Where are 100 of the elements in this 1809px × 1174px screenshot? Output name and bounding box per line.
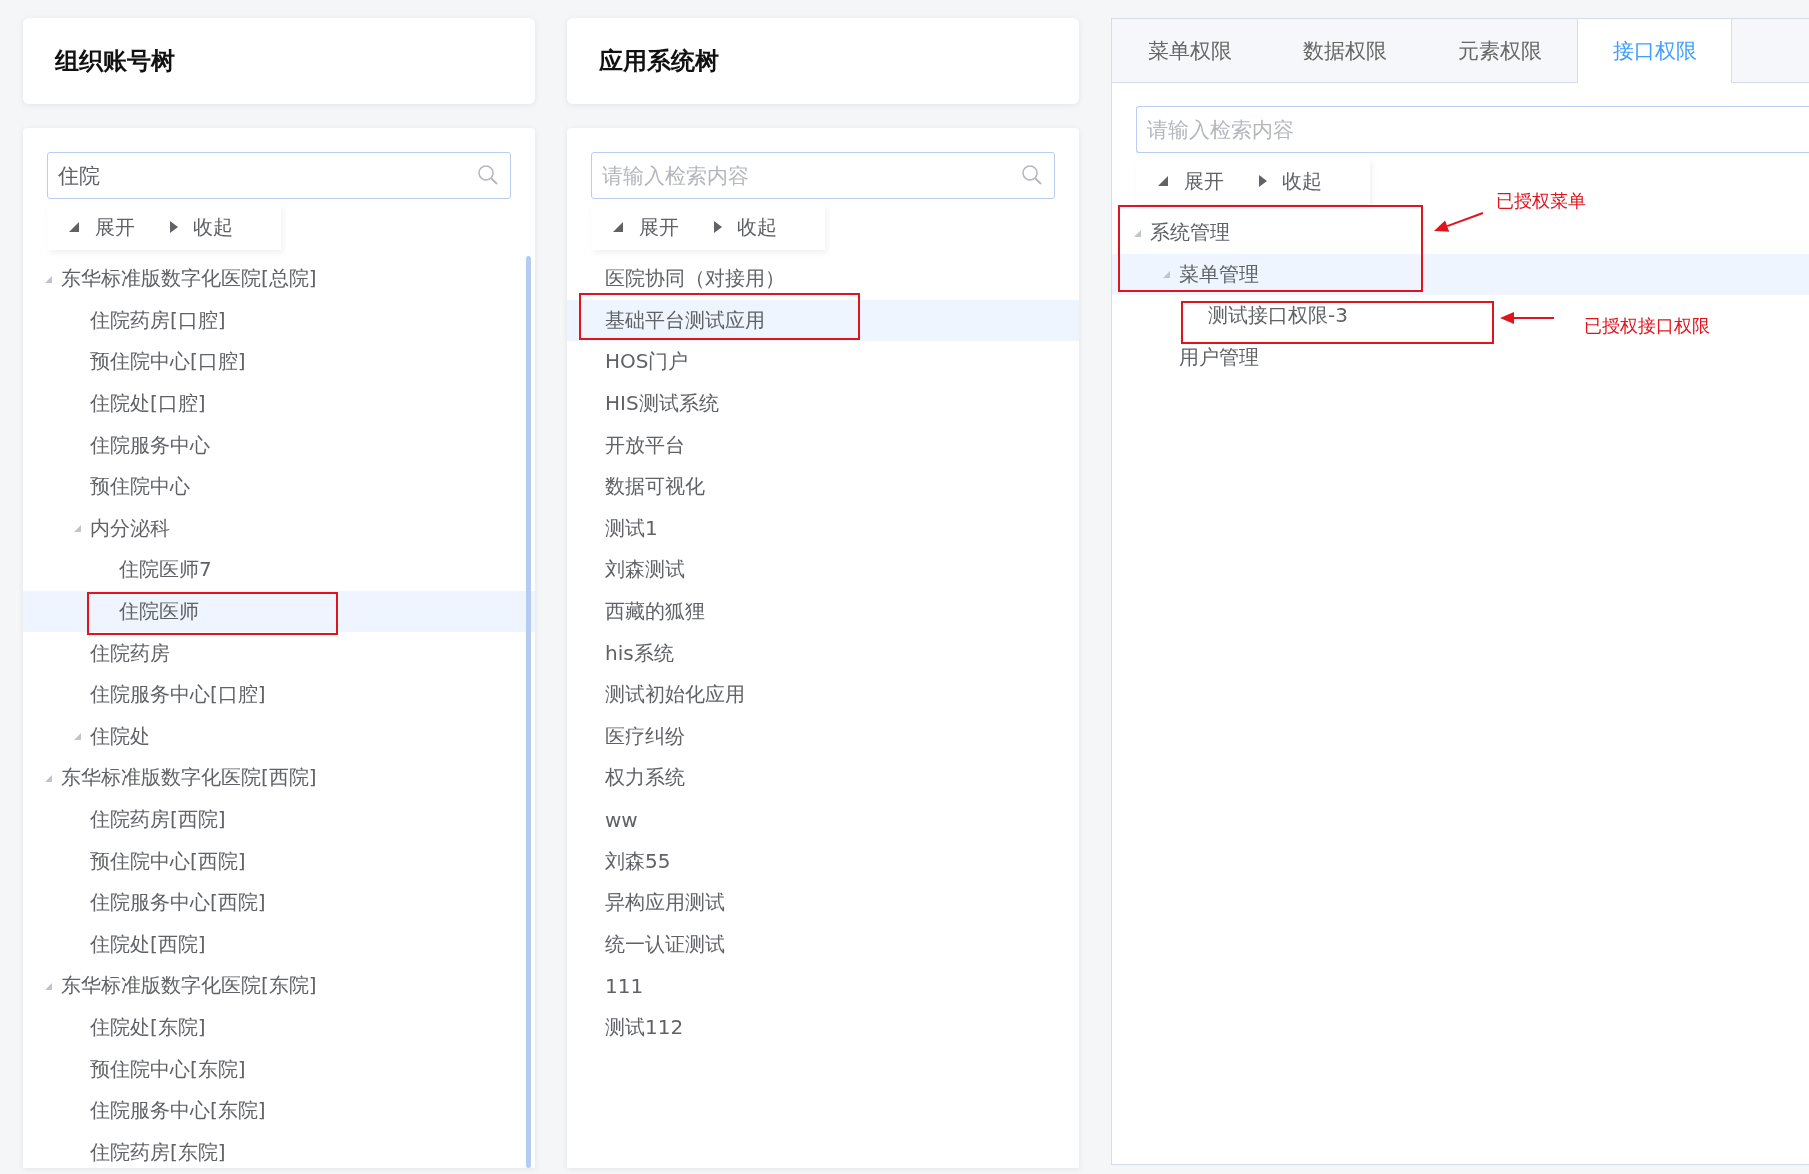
tree-node[interactable]: 内分泌科 bbox=[23, 507, 178, 550]
tree-node[interactable]: 西藏的狐狸 bbox=[567, 590, 713, 633]
collapse-button[interactable]: 收起 bbox=[169, 213, 245, 241]
node-label: 住院医师7 bbox=[119, 556, 212, 584]
tree-node[interactable]: 住院药房 bbox=[23, 632, 178, 674]
expand-button[interactable]: 展开 bbox=[67, 213, 147, 241]
tree-node[interactable]: HIS测试系统 bbox=[567, 382, 727, 425]
tree-node[interactable]: 111 bbox=[567, 965, 652, 1007]
search-icon[interactable] bbox=[1021, 164, 1043, 186]
node-label: 住院药房 bbox=[90, 639, 170, 667]
node-label: 测试接口权限-3 bbox=[1208, 302, 1348, 330]
node-label: 东华标准版数字化医院[东院] bbox=[61, 972, 317, 1000]
tree-node[interactable]: 测试初始化应用 bbox=[567, 673, 753, 716]
tree-node[interactable]: 刘森55 bbox=[567, 840, 679, 882]
search-field[interactable]: 住院 bbox=[47, 152, 511, 199]
node-label: 系统管理 bbox=[1150, 219, 1230, 247]
node-label: 统一认证测试 bbox=[605, 930, 725, 958]
node-label: his系统 bbox=[605, 639, 674, 667]
tree-node[interactable]: 菜单管理 bbox=[1112, 253, 1809, 296]
node-label: 基础平台测试应用 bbox=[605, 306, 765, 334]
tree-node[interactable]: 刘森测试 bbox=[567, 549, 693, 591]
node-label: 住院处[东院] bbox=[90, 1014, 206, 1041]
tree-node[interactable]: ww bbox=[567, 798, 646, 841]
tree-node[interactable]: 住院服务中心 bbox=[23, 424, 218, 466]
tree-node[interactable]: 住院处[东院] bbox=[23, 1006, 214, 1049]
tree-node[interactable]: 医院协同（对接用） bbox=[567, 258, 793, 300]
tab[interactable]: 菜单权限 bbox=[1112, 19, 1267, 82]
node-label: 住院服务中心[西院] bbox=[90, 889, 266, 917]
node-label: 住院药房[口腔] bbox=[90, 306, 226, 334]
node-label: 异构应用测试 bbox=[605, 889, 725, 917]
node-label: 111 bbox=[605, 973, 644, 998]
node-label: 预住院中心[东院] bbox=[90, 1055, 246, 1083]
node-label: 医院协同（对接用） bbox=[605, 265, 785, 293]
node-label: 测试112 bbox=[605, 1014, 684, 1041]
tree-node[interactable]: 异构应用测试 bbox=[567, 881, 733, 924]
node-label: 测试1 bbox=[605, 514, 658, 542]
tree-node[interactable]: 系统管理 bbox=[1112, 212, 1238, 254]
tree-node[interactable]: 预住院中心 bbox=[23, 465, 198, 508]
panel-title: 组织账号树 bbox=[55, 46, 175, 77]
node-label: 预住院中心[口腔] bbox=[90, 348, 246, 376]
tree-node[interactable]: 开放平台 bbox=[567, 424, 693, 466]
tree-node[interactable]: 住院处[西院] bbox=[23, 923, 214, 966]
tree-node[interactable]: 住院医师 bbox=[23, 590, 535, 633]
node-label: 西藏的狐狸 bbox=[605, 598, 705, 626]
node-label: 住院服务中心[口腔] bbox=[90, 681, 266, 709]
tree-node[interactable]: 统一认证测试 bbox=[567, 923, 733, 966]
node-label: 住院处[口腔] bbox=[90, 390, 206, 418]
tree-node[interactable]: 权力系统 bbox=[567, 757, 693, 799]
tree-node[interactable]: 医疗纠纷 bbox=[567, 715, 693, 758]
tree-node[interactable]: 住院处 bbox=[23, 715, 158, 758]
node-label: 开放平台 bbox=[605, 431, 685, 459]
tree-node[interactable]: his系统 bbox=[567, 632, 682, 674]
collapse-button[interactable]: 收起 bbox=[1258, 167, 1334, 195]
tree-node[interactable]: 住院处[口腔] bbox=[23, 382, 214, 425]
tree-node[interactable]: 预住院中心[口腔] bbox=[23, 341, 254, 383]
search-icon[interactable] bbox=[477, 164, 499, 186]
annotation-text: 已授权接口权限 bbox=[1584, 314, 1710, 338]
tree-node[interactable]: 住院医师7 bbox=[23, 549, 220, 591]
expand-button[interactable]: 展开 bbox=[611, 213, 691, 241]
tree-node[interactable]: 测试1 bbox=[567, 507, 666, 550]
tree-node[interactable]: 测试112 bbox=[567, 1006, 692, 1049]
tree-node[interactable]: 东华标准版数字化医院[总院] bbox=[23, 258, 325, 300]
tree-node[interactable]: 住院药房[口腔] bbox=[23, 299, 234, 342]
collapse-button[interactable]: 收起 bbox=[713, 213, 789, 241]
tab[interactable]: 元素权限 bbox=[1422, 19, 1577, 82]
scrollbar[interactable] bbox=[526, 256, 531, 1168]
tree-node[interactable]: 东华标准版数字化医院[东院] bbox=[23, 965, 325, 1007]
triangle-icon bbox=[713, 220, 723, 234]
panel-title: 应用系统树 bbox=[599, 46, 719, 77]
tree-node[interactable]: 预住院中心[东院] bbox=[23, 1048, 254, 1090]
node-label: ww bbox=[605, 807, 638, 832]
annotation-arrow bbox=[1500, 311, 1554, 325]
tree-node[interactable]: 住院药房[东院] bbox=[23, 1131, 234, 1168]
triangle-icon bbox=[1156, 174, 1170, 188]
node-label: 住院处 bbox=[90, 722, 150, 750]
tree-node[interactable]: 用户管理 bbox=[1112, 336, 1267, 379]
tree-node[interactable]: 住院服务中心[东院] bbox=[23, 1089, 274, 1132]
tree-node[interactable]: 数据可视化 bbox=[567, 465, 713, 508]
triangle-icon bbox=[169, 220, 179, 234]
node-label: 住院药房[西院] bbox=[90, 806, 226, 833]
node-label: HIS测试系统 bbox=[605, 390, 719, 418]
tree-node[interactable]: 测试接口权限-3 bbox=[1112, 295, 1356, 337]
expand-button[interactable]: 展开 bbox=[1156, 167, 1236, 195]
triangle-icon bbox=[67, 220, 81, 234]
search-field[interactable]: 请输入检索内容 bbox=[1136, 106, 1809, 153]
node-label: 菜单管理 bbox=[1179, 260, 1259, 288]
tab[interactable]: 数据权限 bbox=[1267, 19, 1422, 82]
tree-node[interactable]: 住院服务中心[西院] bbox=[23, 881, 274, 924]
node-label: 住院药房[东院] bbox=[90, 1138, 226, 1166]
tree-node[interactable]: HOS门户 bbox=[567, 341, 697, 383]
node-label: 住院医师 bbox=[119, 598, 199, 626]
node-label: 测试初始化应用 bbox=[605, 681, 745, 709]
tree-node[interactable]: 东华标准版数字化医院[西院] bbox=[23, 757, 325, 799]
search-field[interactable]: 请输入检索内容 bbox=[591, 152, 1055, 199]
tree-node[interactable]: 住院药房[西院] bbox=[23, 798, 234, 841]
tree-node[interactable]: 住院服务中心[口腔] bbox=[23, 673, 274, 716]
triangle-icon bbox=[1258, 174, 1268, 188]
node-label: 医疗纠纷 bbox=[605, 722, 685, 750]
tree-node[interactable]: 基础平台测试应用 bbox=[567, 299, 1079, 342]
tree-node[interactable]: 预住院中心[西院] bbox=[23, 840, 254, 882]
